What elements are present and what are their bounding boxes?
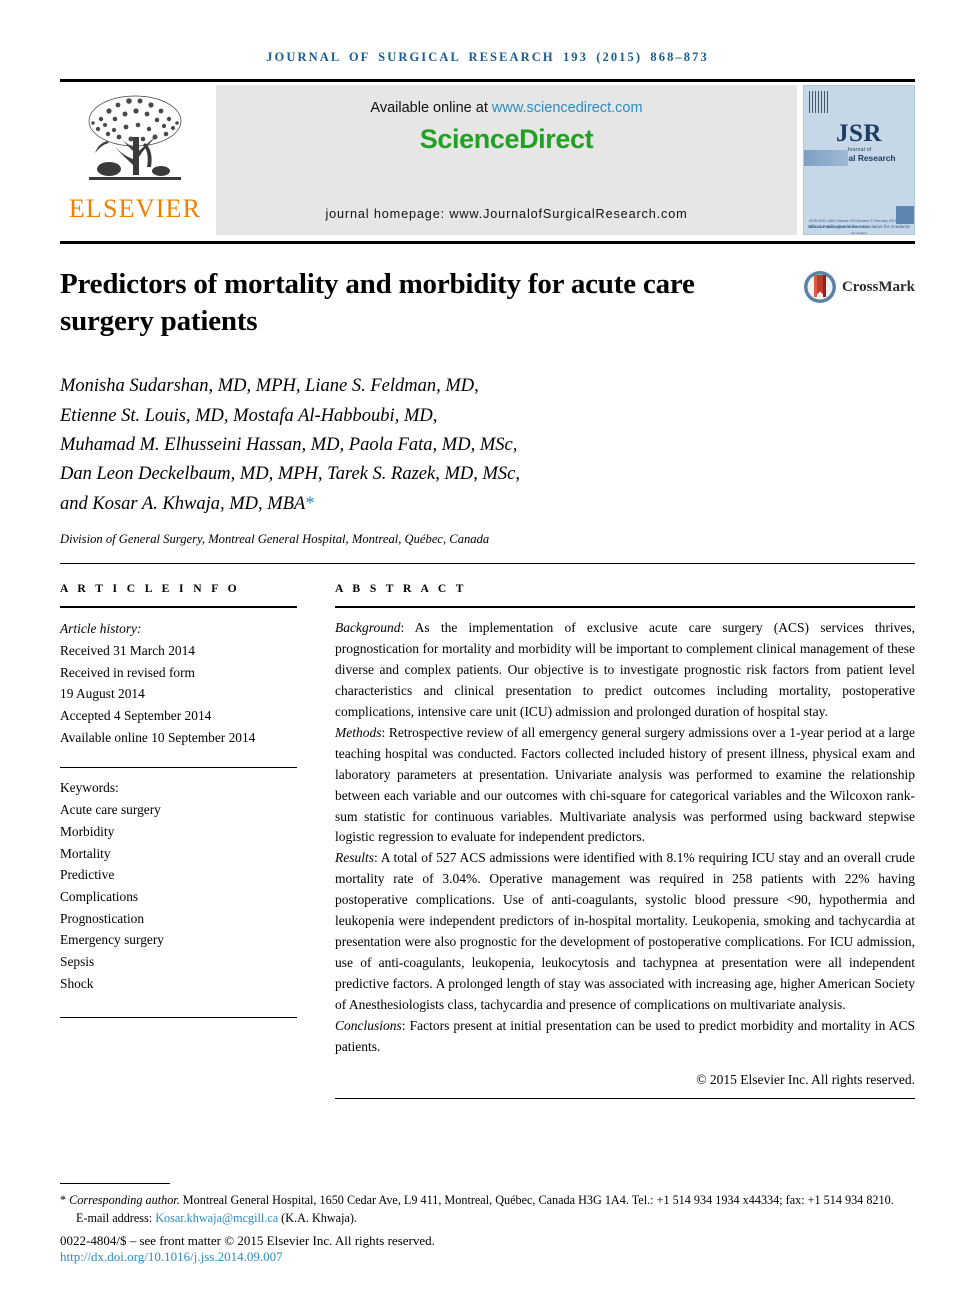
author-list: Monisha Sudarshan, MD, MPH, Liane S. Fel… [60, 372, 915, 519]
abstract-section-text: : Retrospective review of all emergency … [335, 724, 915, 845]
header-rule-bottom [60, 241, 915, 244]
paper-page: JOURNAL OF SURGICAL RESEARCH 193 (2015) … [0, 0, 975, 1305]
affiliation-rule [60, 563, 915, 565]
corresponding-author-label: Corresponding author. [69, 1192, 180, 1207]
author-names: and Kosar A. Khwaja, MD, MBA [60, 493, 306, 514]
column-gap [297, 582, 335, 1098]
article-info-end-rule [60, 1016, 297, 1018]
elsevier-logo-block: ELSEVIER [60, 85, 210, 235]
running-head: JOURNAL OF SURGICAL RESEARCH 193 (2015) … [266, 50, 709, 64]
available-online-prefix: Available online at [370, 100, 492, 116]
article-info-column: A R T I C L E I N F O Article history: R… [60, 582, 297, 1098]
abstract-end-rule [335, 1097, 915, 1099]
abstract-section: Results: A total of 527 ACS admissions w… [335, 848, 915, 1015]
doi-link[interactable]: http://dx.doi.org/10.1016/j.jss.2014.09.… [60, 1249, 283, 1264]
keyword-item: Shock [60, 975, 94, 991]
sciencedirect-banner: Available online at www.sciencedirect.co… [216, 85, 797, 235]
body-columns: A R T I C L E I N F O Article history: R… [60, 582, 915, 1099]
author-line-last: and Kosar A. Khwaja, MD, MBA* [60, 490, 915, 519]
keyword-item: Complications [60, 888, 139, 904]
abstract-section-text: : As the implementation of exclusive acu… [335, 620, 915, 719]
article-info-heading: A R T I C L E I N F O [60, 582, 241, 596]
elsevier-wordmark: ELSEVIER [68, 194, 202, 223]
footnote-rule [60, 1182, 170, 1184]
page-footer: * Corresponding author. Montreal General… [60, 1182, 915, 1265]
corresponding-author-details: Montreal General Hospital, 1650 Cedar Av… [179, 1192, 894, 1207]
history-item: Received 31 March 2014 [60, 642, 195, 658]
elsevier-tree-icon [88, 95, 182, 180]
affiliation: Division of General Surgery, Montreal Ge… [60, 532, 490, 547]
history-item: 19 August 2014 [60, 686, 145, 702]
abstract-copyright: © 2015 Elsevier Inc. All rights reserved… [696, 1071, 915, 1087]
keyword-item: Acute care surgery [60, 802, 161, 818]
abstract-body: Background: As the implementation of exc… [335, 618, 915, 1057]
email-label: E-mail address: [76, 1211, 156, 1226]
page-title: Predictors of mortality and morbidity fo… [60, 268, 695, 338]
abstract-section: Methods: Retrospective review of all eme… [335, 723, 915, 849]
crossmark-label: CrossMark [841, 278, 915, 295]
abstract-column: A B S T R A C T Background: As the imple… [335, 582, 915, 1099]
abstract-rule [335, 606, 915, 609]
journal-homepage-line: journal homepage: www.JournalofSurgicalR… [325, 207, 688, 221]
cover-bottom-note: ISSN 0022-4804 Volume 193 Number 2 Febru… [809, 219, 897, 229]
keyword-item: Sepsis [60, 954, 95, 970]
masthead: ELSEVIER Available online at www.science… [60, 85, 915, 235]
cover-abbreviation: JSR [836, 120, 882, 147]
keyword-item: Predictive [60, 867, 115, 883]
available-online-line: Available online at www.sciencedirect.co… [370, 100, 642, 116]
abstract-section-text: : A total of 527 ACS admissions were ide… [335, 850, 915, 1012]
keyword-item: Emergency surgery [60, 932, 164, 948]
footnote-marker: * [60, 1192, 67, 1207]
keywords-label: Keywords: [60, 780, 119, 796]
author-line: Etienne St. Louis, MD, Mostafa Al-Habbou… [60, 405, 438, 426]
history-item: Received in revised form [60, 664, 195, 680]
abstract-section: Conclusions: Factors present at initial … [335, 1016, 915, 1058]
abstract-section-text: : Factors present at initial presentatio… [335, 1017, 915, 1054]
sciencedirect-url-link[interactable]: www.sciencedirect.com [492, 100, 643, 116]
article-history-label: Article history: [60, 621, 142, 637]
abstract-heading: A B S T R A C T [335, 582, 467, 596]
corresponding-author-marker[interactable]: * [305, 494, 314, 514]
history-item: Available online 10 September 2014 [60, 729, 256, 745]
title-row: Predictors of mortality and morbidity fo… [60, 266, 915, 340]
barcode-icon [809, 91, 829, 113]
keyword-item: Mortality [60, 845, 111, 861]
corresponding-author-note: * Corresponding author. Montreal General… [60, 1191, 915, 1210]
author-line: Monisha Sudarshan, MD, MPH, Liane S. Fel… [60, 376, 479, 397]
crossmark-icon [803, 271, 836, 303]
header-rule-top [60, 79, 915, 82]
email-link[interactable]: Kosar.khwaja@mcgill.ca [155, 1211, 278, 1225]
abstract-section-label: Results [335, 850, 374, 866]
crossmark-badge[interactable]: CrossMark [803, 270, 915, 304]
cover-decor-bar-left [804, 150, 848, 166]
keyword-item: Morbidity [60, 823, 115, 839]
history-item: Accepted 4 September 2014 [60, 708, 212, 724]
sciencedirect-wordmark: ScienceDirect [419, 124, 594, 154]
email-note: E-mail address: Kosar.khwaja@mcgill.ca (… [60, 1209, 915, 1228]
keywords-rule [60, 767, 297, 769]
doi-link-wrapper: http://dx.doi.org/10.1016/j.jss.2014.09.… [60, 1249, 915, 1265]
article-history-block: Article history: Received 31 March 2014 … [60, 618, 297, 748]
author-line: Muhamad M. Elhusseini Hassan, MD, Paola … [60, 435, 518, 456]
email-suffix: (K.A. Khwaja). [278, 1211, 357, 1226]
keywords-block: Keywords: Acute care surgery Morbidity M… [60, 777, 297, 994]
abstract-section-label: Background [335, 620, 401, 636]
abstract-section: Background: As the implementation of exc… [335, 618, 915, 723]
article-info-rule [60, 606, 297, 609]
author-line: Dan Leon Deckelbaum, MD, MPH, Tarek S. R… [60, 464, 520, 485]
abstract-section-label: Methods [335, 724, 382, 740]
issn-line: 0022-4804/$ – see front matter © 2015 El… [60, 1233, 435, 1248]
keyword-item: Prognostication [60, 910, 145, 926]
abstract-section-label: Conclusions [335, 1017, 402, 1033]
journal-cover-thumbnail: JSR Journal of Surgical Research Officia… [803, 85, 915, 235]
